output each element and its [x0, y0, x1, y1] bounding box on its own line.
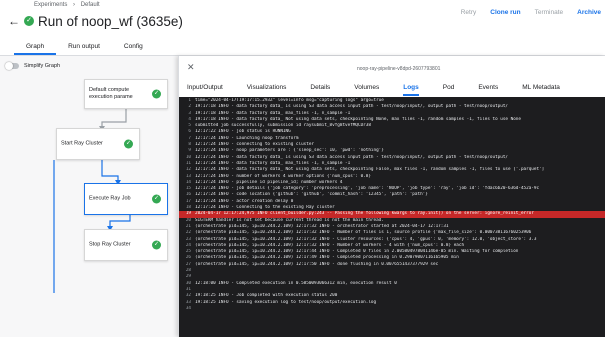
breadcrumb-separator: › — [73, 2, 76, 8]
log-line-text: 12:17:24 INFO - Connecting to the existi… — [195, 205, 335, 211]
log-line-text: 12:17:24 INFO - noop parameters are : {'… — [195, 148, 384, 154]
tab-pod[interactable]: Pod — [443, 84, 455, 96]
node-details-panel: ✕ noop-ray-pipeline-v8dpd-2607793801 Inp… — [178, 56, 605, 337]
back-arrow-icon[interactable]: ← — [8, 14, 22, 28]
tab-details[interactable]: Details — [310, 84, 330, 96]
log-line-text: (orchestrate pid=145, ip=10.244.2.109) 1… — [195, 261, 439, 267]
log-line-text: (orchestrate pid=145, ip=10.244.2.109) 1… — [195, 249, 519, 255]
pod-name: noop-ray-pipeline-v8dpd-2607793801 — [357, 66, 441, 72]
main-tabs: Graph Run output Config — [14, 43, 155, 55]
run-actions: Retry Clone run Terminate Archive — [461, 9, 601, 16]
tab-logs[interactable]: Logs — [403, 84, 419, 96]
page-title: Run of noop_wf (3635e) — [38, 13, 183, 29]
graph-node-default-compute[interactable]: Default compute execution parame ✓ — [84, 79, 168, 109]
node-label: Stop Ray Cluster — [89, 241, 131, 248]
node-label: Start Ray Cluster — [61, 140, 103, 147]
node-success-icon: ✓ — [152, 194, 161, 204]
log-viewer[interactable]: 1 time="2024-04-17T19:17:15.293Z" level=i… — [179, 97, 605, 337]
log-line-text: 12:17:24 INFO - number of workers 4 work… — [195, 173, 371, 179]
log-line-text: 19:18:25 INFO - Job completed with execu… — [195, 293, 338, 299]
tab-visualizations[interactable]: Visualizations — [247, 84, 287, 96]
edge-default-to-start — [101, 109, 127, 128]
log-line-text: (orchestrate pid=145, ip=10.244.2.109) 1… — [195, 230, 532, 236]
tab-input-output[interactable]: Input/Output — [187, 84, 223, 96]
log-line-text: 12:17:22 INFO - job status is RUNNING — [195, 129, 291, 135]
tab-config[interactable]: Config — [112, 43, 155, 55]
run-success-icon: ✓ — [24, 16, 34, 26]
log-line-number: 34 — [185, 305, 191, 311]
terminate-button[interactable]: Terminate — [535, 9, 564, 16]
run-title-row: ← ✓ Run of noop_wf (3635e) — [8, 13, 183, 29]
log-line-text: (orchestrate pid=145, ip=10.244.2.109) 1… — [195, 223, 449, 229]
log-line-text: 12:18:00 INFO - Completed execution in 0… — [195, 280, 397, 286]
log-line-text: 19:17:18 INFO - data factory data_ Not u… — [195, 116, 521, 122]
node-success-icon: ✓ — [152, 240, 161, 250]
node-success-icon: ✓ — [124, 139, 133, 149]
log-line-text: SIGTERM handler is not set because curre… — [195, 217, 384, 223]
clone-run-button[interactable]: Clone run — [490, 9, 520, 16]
tab-run-output[interactable]: Run output — [56, 43, 112, 55]
graph-node-execute-ray-job[interactable]: Execute Ray Job ✓ — [84, 183, 168, 215]
log-line-text: 19:17:18 INFO - data factory data_ is us… — [195, 104, 509, 110]
log-line-text: 12:17:24 INFO - job details {'job catego… — [195, 186, 540, 192]
edge-execute-to-stop — [109, 215, 131, 228]
tab-volumes[interactable]: Volumes — [354, 84, 379, 96]
node-label: Execute Ray Job — [89, 195, 131, 202]
graph-node-start-ray-cluster[interactable]: Start Ray Cluster ✓ — [56, 128, 140, 160]
log-line-text: 19:17:18 INFO - data factory data_ max_f… — [195, 110, 351, 116]
log-line-text: 12:17:24 INFO - connecting to existing c… — [195, 142, 314, 148]
retry-button[interactable]: Retry — [461, 9, 477, 16]
log-line-text: (orchestrate pid=145, ip=10.244.2.109) 1… — [195, 236, 537, 242]
log-line: 34 — [179, 306, 605, 312]
log-line-text: 12:17:24 INFO - data factory data_ Not u… — [195, 167, 545, 173]
breadcrumb: Experiments › Default — [34, 2, 104, 8]
node-label: Default compute execution parame — [89, 87, 133, 100]
log-line-text: 12:17:24 INFO - code location {'github':… — [195, 192, 428, 198]
breadcrumb-default[interactable]: Default — [81, 2, 100, 8]
tab-ml-metadata[interactable]: ML Metadata — [522, 84, 560, 96]
panel-tabs: Input/Output Visualizations Details Volu… — [187, 84, 584, 96]
graph-pane: Simplify Graph Default compute execution… — [0, 56, 178, 337]
breadcrumb-experiments[interactable]: Experiments — [34, 2, 67, 8]
log-line-text: 12:17:24 INFO - actor creation delay 0 — [195, 198, 294, 204]
log-line-text: submitted job successfully, submission i… — [195, 123, 371, 129]
close-icon[interactable]: ✕ — [187, 62, 195, 73]
log-line-text: 12:17:24 INFO - data factory data_ max_f… — [195, 160, 351, 166]
tab-graph[interactable]: Graph — [14, 43, 57, 55]
log-line-text: (orchestrate pid=145, ip=10.244.2.109) 1… — [195, 242, 465, 248]
log-line-text: 2024-04-17 12:17:24,975 INFO client_buil… — [195, 211, 534, 217]
log-line-text: time="2024-04-17T19:17:15.293Z" level=in… — [195, 98, 384, 103]
log-line-text: (orchestrate pid=145, ip=10.244.2.109) 1… — [195, 255, 459, 261]
log-line-text: 19:18:25 INFO - saving execution log to … — [195, 299, 377, 305]
node-success-icon: ✓ — [152, 89, 161, 99]
log-line-text: 12:17:24 INFO - data factory data_ is us… — [195, 154, 509, 160]
archive-button[interactable]: Archive — [577, 9, 601, 16]
tab-events[interactable]: Events — [478, 84, 498, 96]
graph-node-stop-ray-cluster[interactable]: Stop Ray Cluster ✓ — [84, 229, 168, 261]
log-line-text: 12:17:24 INFO - Launching noop transform — [195, 135, 299, 141]
log-line-text: 12:17:24 INFO - pipeline id pipeline_id;… — [195, 179, 343, 185]
edge-start-to-execute — [101, 160, 119, 183]
